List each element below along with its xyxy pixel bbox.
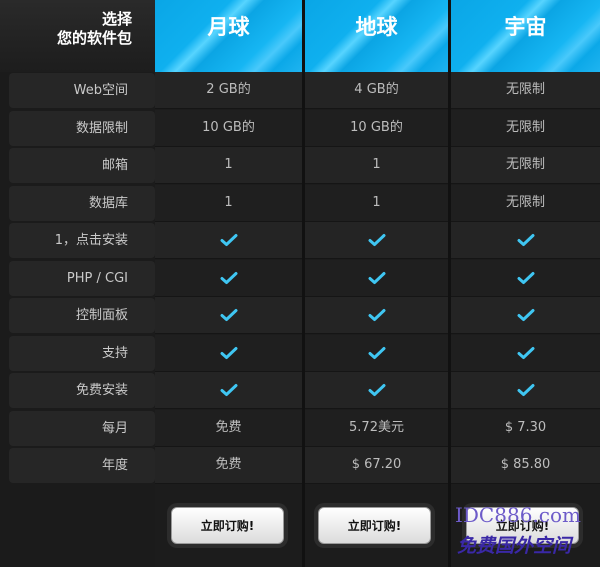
- check-icon: [517, 383, 534, 396]
- feature-label: 免费安装: [9, 373, 155, 408]
- check-icon: [517, 308, 534, 321]
- plan-header-moon: 月球: [155, 0, 302, 72]
- value-cell: 无限制: [451, 110, 600, 147]
- value-cell: 1: [305, 185, 448, 222]
- plan-header-earth: 地球: [305, 0, 448, 72]
- value-cell: 4 GB的: [305, 72, 448, 109]
- feature-label: PHP / CGI: [9, 261, 155, 296]
- feature-row: Web空间 2 GB的 4 GB的 无限制: [0, 72, 600, 109]
- value-cell: 1: [305, 147, 448, 184]
- check-cell: [155, 297, 302, 334]
- order-button-moon[interactable]: 立即订购!: [171, 507, 284, 544]
- feature-row: 1，点击安装: [0, 222, 600, 259]
- value-cell: 无限制: [451, 147, 600, 184]
- title-line-2: 您的软件包: [56, 29, 132, 47]
- feature-row: 免费安装: [0, 372, 600, 409]
- check-cell: [155, 372, 302, 409]
- feature-label: 支持: [9, 336, 155, 371]
- check-cell: [305, 222, 448, 259]
- feature-row: 邮箱 1 1 无限制: [0, 147, 600, 184]
- check-icon: [368, 233, 385, 246]
- column-divider: [302, 0, 305, 567]
- watermark: IDC886.com 免费国外空间: [455, 503, 600, 563]
- value-cell: $ 67.20: [305, 447, 448, 484]
- table-title: 选择 您的软件包: [0, 0, 155, 72]
- check-cell: [155, 222, 302, 259]
- feature-label: 1，点击安装: [9, 223, 155, 258]
- watermark-site: IDC886.com: [455, 503, 581, 527]
- check-cell: [305, 335, 448, 372]
- check-icon: [517, 233, 534, 246]
- feature-row: PHP / CGI: [0, 260, 600, 297]
- check-icon: [517, 271, 534, 284]
- check-icon: [368, 383, 385, 396]
- check-icon: [220, 383, 237, 396]
- title-line-1: 选择: [101, 10, 132, 28]
- value-cell: 10 GB的: [155, 110, 302, 147]
- check-cell: [451, 335, 600, 372]
- column-divider: [448, 0, 451, 567]
- feature-label: 控制面板: [9, 298, 155, 333]
- feature-label: 数据限制: [9, 111, 155, 146]
- feature-row: 数据库 1 1 无限制: [0, 185, 600, 222]
- check-cell: [305, 260, 448, 297]
- feature-row: 每月 免费 5.72美元 $ 7.30: [0, 410, 600, 447]
- feature-label: Web空间: [9, 73, 155, 108]
- check-icon: [517, 346, 534, 359]
- check-cell: [451, 297, 600, 334]
- check-cell: [451, 260, 600, 297]
- feature-row: 支持: [0, 335, 600, 372]
- value-cell: 10 GB的: [305, 110, 448, 147]
- value-cell: 无限制: [451, 185, 600, 222]
- feature-row: 数据限制 10 GB的 10 GB的 无限制: [0, 110, 600, 147]
- value-cell: 免费: [155, 410, 302, 447]
- check-icon: [220, 346, 237, 359]
- feature-label: 数据库: [9, 186, 155, 221]
- plan-header-universe: 宇宙: [451, 0, 600, 72]
- check-cell: [305, 297, 448, 334]
- check-icon: [220, 271, 237, 284]
- value-cell: $ 7.30: [451, 410, 600, 447]
- check-icon: [368, 271, 385, 284]
- check-icon: [368, 346, 385, 359]
- order-button-earth[interactable]: 立即订购!: [318, 507, 431, 544]
- feature-row: 控制面板: [0, 297, 600, 334]
- check-cell: [305, 372, 448, 409]
- value-cell: 1: [155, 147, 302, 184]
- feature-label: 每月: [9, 411, 155, 446]
- check-icon: [220, 233, 237, 246]
- value-cell: 无限制: [451, 72, 600, 109]
- check-cell: [155, 260, 302, 297]
- value-cell: 1: [155, 185, 302, 222]
- check-cell: [451, 222, 600, 259]
- feature-row: 年度 免费 $ 67.20 $ 85.80: [0, 447, 600, 484]
- watermark-slogan: 免费国外空间: [457, 535, 572, 557]
- check-cell: [451, 372, 600, 409]
- check-icon: [220, 308, 237, 321]
- value-cell: 免费: [155, 447, 302, 484]
- check-icon: [368, 308, 385, 321]
- value-cell: $ 85.80: [451, 447, 600, 484]
- value-cell: 5.72美元: [305, 410, 448, 447]
- feature-label: 邮箱: [9, 148, 155, 183]
- feature-label: 年度: [9, 448, 155, 483]
- value-cell: 2 GB的: [155, 72, 302, 109]
- check-cell: [155, 335, 302, 372]
- pricing-table: 选择 您的软件包 月球 地球 宇宙 Web空间 2 GB的 4 GB的 无限制 数据限制…: [0, 0, 600, 567]
